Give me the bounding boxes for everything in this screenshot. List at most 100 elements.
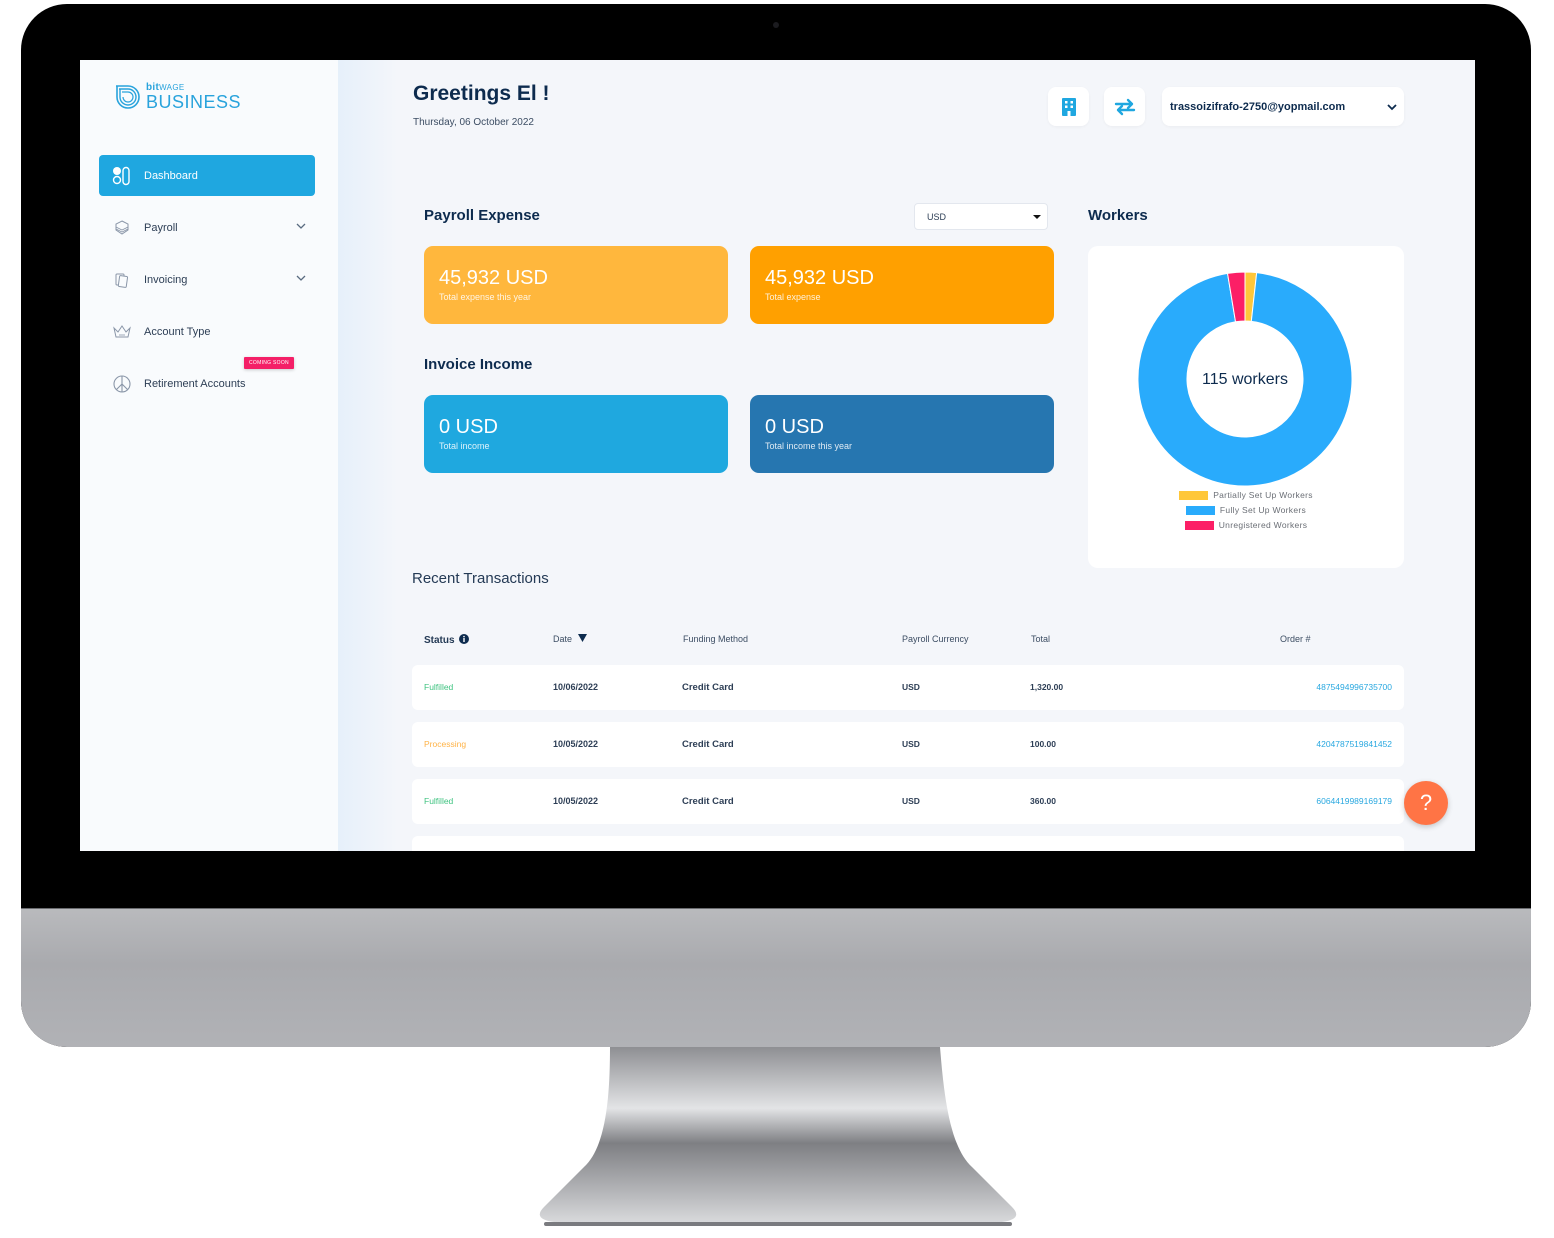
status-cell: Fulfilled [424, 682, 454, 692]
currency-cell: USD [902, 739, 920, 749]
sidebar-item-retirement-accounts[interactable]: Retirement Accounts COMING SOON [99, 357, 315, 404]
chevron-down-icon [1387, 104, 1397, 111]
order-link[interactable]: 4875494996735700 [1316, 682, 1392, 692]
currency-cell: USD [902, 796, 920, 806]
legend-item-partial[interactable]: Partially Set Up Workers [1179, 490, 1313, 500]
legend-label: Fully Set Up Workers [1219, 505, 1307, 515]
invoice-income-title: Invoice Income [424, 356, 533, 373]
table-row[interactable]: Fulfilled 10/05/2022 Credit Card USD 360.00 6… [412, 779, 1404, 824]
table-row[interactable] [412, 836, 1404, 851]
order-link[interactable]: 4204787519841452 [1316, 739, 1392, 749]
expense-total-card: 45,932 USD Total expense [750, 246, 1054, 324]
card-value: 45,932 USD [439, 267, 548, 289]
caret-down-icon [1033, 215, 1041, 219]
table-header: Status Date Funding Method Payroll Curre… [412, 634, 1404, 648]
coming-soon-badge: COMING SOON [244, 357, 294, 369]
card-value: 45,932 USD [765, 267, 874, 289]
monitor-stand [539, 1047, 1017, 1226]
date-cell: 10/05/2022 [553, 796, 599, 806]
layers-icon [111, 217, 133, 239]
sidebar-nav: Dashboard Payroll Invoicing Account Type… [99, 155, 315, 415]
card-label: Total income [439, 441, 490, 451]
chevron-down-icon[interactable] [295, 272, 307, 284]
legend-label: Partially Set Up Workers [1213, 490, 1313, 500]
order-link[interactable]: 6064419989169179 [1316, 796, 1392, 806]
legend-swatch [1185, 505, 1215, 515]
logo-business-text: BUSINESS [146, 92, 242, 112]
user-email: trassoizifrafo-2750@yopmail.com [1170, 100, 1346, 113]
workers-title: Workers [1088, 207, 1148, 224]
peace-icon [111, 373, 133, 395]
invoice-icon [111, 269, 133, 291]
col-date[interactable]: Date [553, 634, 587, 644]
card-label: Total expense [765, 292, 821, 302]
total-cell: 100.00 [1030, 739, 1056, 749]
sidebar-item-label: Invoicing [144, 273, 188, 286]
sidebar-divider [338, 60, 398, 851]
sort-desc-icon [577, 634, 587, 642]
switch-account-button[interactable] [1104, 87, 1145, 126]
legend-label: Unregistered Workers [1218, 520, 1308, 530]
sidebar-item-label: Retirement Accounts [144, 377, 246, 390]
col-payroll-currency[interactable]: Payroll Currency [902, 634, 969, 644]
chevron-down-icon[interactable] [295, 220, 307, 232]
table-row[interactable]: Processing 10/05/2022 Credit Card USD 100.00… [412, 722, 1404, 767]
dashboard-icon [111, 165, 133, 187]
method-cell: Credit Card [682, 796, 734, 807]
legend-item-fully[interactable]: Fully Set Up Workers [1185, 505, 1307, 515]
sidebar-item-label: Payroll [144, 221, 178, 234]
workers-panel: 115 workers Partially Set Up Workers Ful… [1088, 246, 1404, 568]
sidebar-item-account-type[interactable]: Account Type [99, 311, 315, 352]
page-title: Greetings El ! [413, 82, 550, 105]
recent-transactions-title: Recent Transactions [412, 570, 549, 587]
payroll-expense-title: Payroll Expense [424, 207, 540, 224]
date-cell: 10/05/2022 [553, 739, 599, 749]
method-cell: Credit Card [682, 739, 734, 750]
col-order[interactable]: Order # [1280, 634, 1311, 644]
legend-item-unregistered[interactable]: Unregistered Workers [1184, 520, 1308, 530]
col-status[interactable]: Status [424, 634, 470, 646]
crown-icon [111, 321, 133, 343]
building-icon [1061, 97, 1076, 116]
logo-wage-text: WAGE [159, 83, 185, 92]
sidebar-item-label: Dashboard [144, 169, 198, 182]
status-cell: Fulfilled [424, 796, 454, 806]
company-button[interactable] [1048, 87, 1089, 126]
currency-select[interactable]: USD [914, 203, 1048, 230]
app-screen: bitWAGE BUSINESS Dashboard Payroll Invoi… [80, 60, 1475, 851]
col-date-label: Date [553, 634, 573, 644]
sidebar: bitWAGE BUSINESS Dashboard Payroll Invoi… [80, 60, 338, 851]
col-status-label: Status [424, 635, 455, 646]
swap-arrows-icon [1114, 98, 1135, 115]
logo[interactable]: bitWAGE BUSINESS [112, 82, 241, 112]
income-total-card: 0 USD Total income [424, 395, 728, 473]
monitor-chin [21, 908, 1531, 1047]
sidebar-item-dashboard[interactable]: Dashboard [99, 155, 315, 196]
currency-select-value: USD [927, 211, 947, 222]
card-label: Total expense this year [439, 292, 532, 302]
chart-legend: Partially Set Up Workers Fully Set Up Wo… [1088, 490, 1404, 530]
status-cell: Processing [424, 739, 467, 749]
camera-dot [773, 22, 779, 28]
table-row[interactable]: Fulfilled 10/06/2022 Credit Card USD 1,320.0… [412, 665, 1404, 710]
card-value: 0 USD [765, 416, 824, 438]
income-year-card: 0 USD Total income this year [750, 395, 1054, 473]
info-icon[interactable] [459, 634, 470, 644]
legend-swatch [1179, 490, 1209, 500]
help-button[interactable]: ? [1404, 781, 1448, 825]
currency-cell: USD [902, 682, 920, 692]
card-label: Total income this year [765, 441, 853, 451]
current-date: Thursday, 06 October 2022 [413, 117, 534, 128]
col-funding-method[interactable]: Funding Method [683, 634, 748, 644]
date-cell: 10/06/2022 [553, 682, 599, 692]
user-menu[interactable]: trassoizifrafo-2750@yopmail.com [1162, 87, 1404, 126]
total-cell: 360.00 [1030, 796, 1056, 806]
workers-donut-chart: 115 workers [1137, 271, 1353, 487]
method-cell: Credit Card [682, 682, 734, 693]
sidebar-item-invoicing[interactable]: Invoicing [99, 259, 315, 300]
sidebar-item-label: Account Type [144, 325, 211, 338]
total-cell: 1,320.00 [1030, 682, 1064, 692]
col-total[interactable]: Total [1031, 634, 1050, 644]
sidebar-item-payroll[interactable]: Payroll [99, 207, 315, 248]
bitwage-logo-icon [116, 85, 140, 109]
